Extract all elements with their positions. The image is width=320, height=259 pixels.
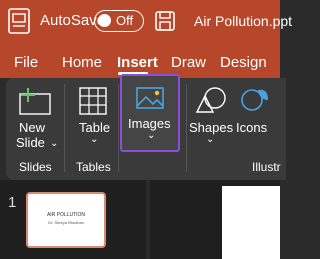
chevron-down-icon: ⌄ <box>90 134 99 145</box>
divider <box>64 84 65 172</box>
divider <box>186 84 187 172</box>
tab-file[interactable]: File <box>14 54 38 71</box>
new-slide-label-line1: New <box>19 120 46 135</box>
icons-label: Icons <box>236 120 268 135</box>
tab-draw[interactable]: Draw <box>171 54 206 71</box>
powerpoint-logo-icon <box>8 8 30 34</box>
slide-thumbnail[interactable]: AIR POLLUTION Dr. Shreya Bhushan <box>26 192 106 248</box>
slide-canvas[interactable] <box>222 186 280 259</box>
chevron-down-icon: ⌄ <box>147 130 156 141</box>
tab-insert[interactable]: Insert <box>117 54 158 71</box>
shapes-icon <box>195 87 226 113</box>
tab-design[interactable]: Design <box>220 54 267 71</box>
icons-gallery-icon <box>241 89 268 111</box>
tab-home[interactable]: Home <box>62 54 102 71</box>
icons-button[interactable]: Icons <box>234 78 280 154</box>
chevron-down-icon: ⌄ <box>206 134 215 145</box>
save-icon[interactable] <box>154 10 176 32</box>
document-title: Air Pollution.ppt <box>194 13 293 29</box>
new-slide-button[interactable]: New Slide ⌄ <box>12 78 58 154</box>
group-label-tables: Tables <box>76 160 111 174</box>
table-button[interactable]: Table ⌄ <box>70 78 116 154</box>
images-button[interactable]: Images ⌄ <box>120 74 180 152</box>
shapes-label: Shapes <box>189 120 234 135</box>
image-icon <box>136 87 164 109</box>
slide-number: 1 <box>8 194 17 211</box>
pane-splitter[interactable] <box>146 180 150 259</box>
autosave-toggle[interactable]: Off <box>94 10 144 32</box>
autosave-state: Off <box>116 13 134 28</box>
chevron-down-icon: ⌄ <box>50 138 59 149</box>
divider <box>118 84 119 172</box>
thumbnail-subtitle: Dr. Shreya Bhushan <box>48 220 84 225</box>
group-label-illustrations: Illustr <box>252 160 281 174</box>
table-icon <box>79 87 107 115</box>
slides-workspace: 1 AIR POLLUTION Dr. Shreya Bhushan <box>0 180 280 259</box>
new-slide-icon <box>19 88 51 115</box>
ribbon-panel: New Slide ⌄ Slides Table ⌄ Tables Images… <box>6 74 286 180</box>
new-slide-label-line2: Slide <box>16 135 45 150</box>
table-label: Table <box>79 120 111 135</box>
toggle-knob <box>98 14 111 27</box>
images-label: Images <box>128 116 171 131</box>
title-bar: AutoSave Off Air Pollution.ppt <box>0 0 292 42</box>
shapes-button[interactable]: Shapes ⌄ <box>188 78 234 154</box>
thumbnail-title: AIR POLLUTION <box>46 212 86 218</box>
group-label-slides: Slides <box>19 160 52 174</box>
